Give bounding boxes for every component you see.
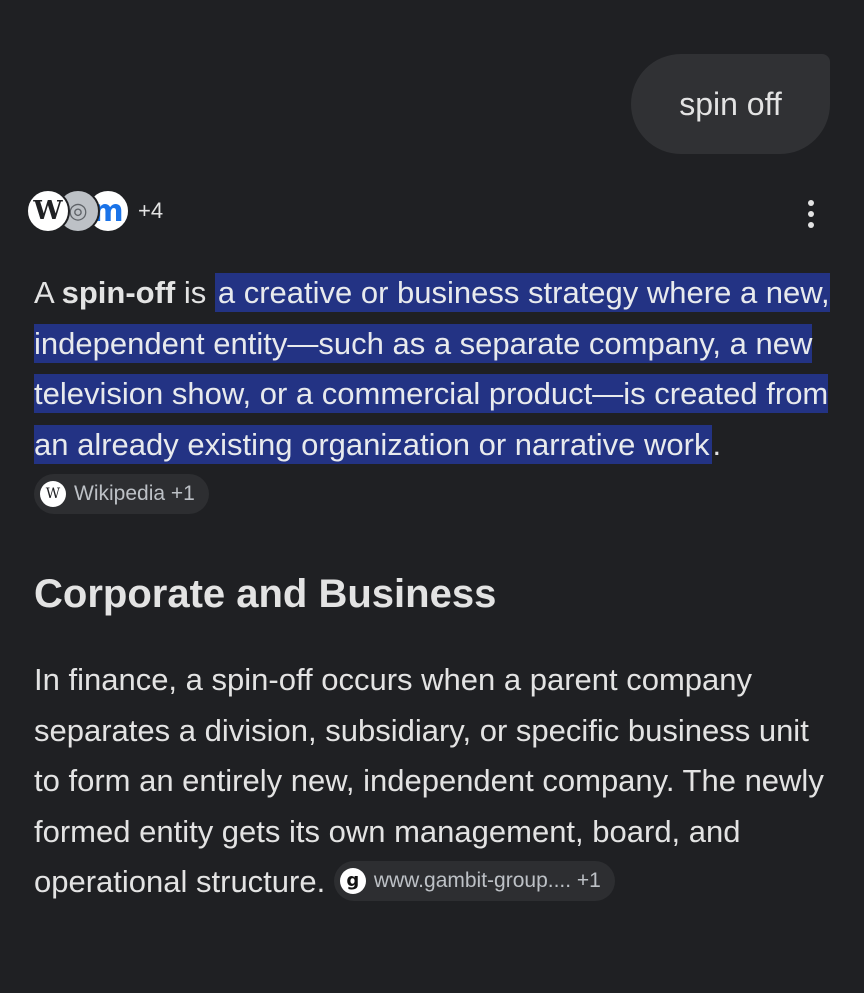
query-text: spin off: [679, 85, 782, 122]
section-title: Corporate and Business: [34, 572, 497, 616]
citation-chip-gambit[interactable]: g www.gambit-group.... +1: [333, 860, 615, 901]
wikipedia-icon: W: [40, 480, 66, 507]
answer-term: spin-off: [61, 275, 176, 310]
answer-paragraph: A spin-off is a creative or business str…: [34, 268, 834, 521]
user-query-bubble: spin off: [631, 54, 830, 154]
section-paragraph: In finance, a spin-off occurs when a par…: [34, 655, 824, 908]
citation-label: Wikipedia +1: [74, 481, 195, 505]
citation-label: www.gambit-group.... +1: [373, 868, 601, 892]
wikipedia-icon: W: [26, 189, 70, 233]
more-options-icon[interactable]: [796, 196, 826, 232]
sources-more-count: +4: [138, 198, 164, 223]
citation-chip-wikipedia[interactable]: W Wikipedia +1: [34, 473, 209, 514]
gambit-icon: g: [339, 867, 366, 894]
sources-stack[interactable]: W ◎ m +4: [26, 189, 163, 233]
